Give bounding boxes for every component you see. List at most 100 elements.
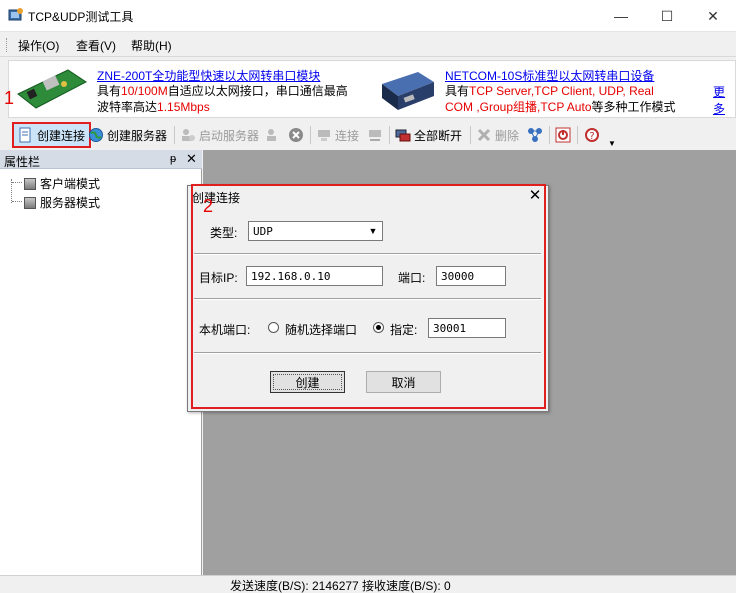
dialog-separator	[194, 253, 541, 255]
maximize-button[interactable]: ☐	[644, 0, 690, 32]
disconnect-icon	[369, 130, 381, 141]
help-icon: ?	[585, 128, 599, 142]
netcom-device-image[interactable]	[378, 66, 436, 112]
toolbar-separator	[549, 126, 550, 144]
zne-desc-line2: 波特率高达1.15Mbps	[97, 99, 210, 115]
start-server-button[interactable]: 启动服务器	[180, 124, 259, 146]
zne-desc-highlight: 10/100M	[121, 84, 168, 98]
tree-item-server-mode[interactable]: 服务器模式	[24, 194, 100, 211]
port-input[interactable]: 30000	[436, 266, 506, 286]
cancel-button[interactable]: 取消	[366, 371, 441, 393]
delete-x-icon	[477, 128, 491, 142]
tree-item-label: 客户端模式	[40, 177, 101, 191]
close-window-button[interactable]: ✕	[690, 0, 736, 32]
window-title: TCP&UDP测试工具	[28, 10, 134, 24]
radio-selected-dot	[376, 325, 381, 330]
panel-close-icon[interactable]: ✕	[186, 151, 197, 167]
start-server-icon	[182, 129, 195, 141]
status-speed-text: 发送速度(B/S): 2146277 接收速度(B/S): 0	[230, 579, 451, 593]
tree-item-label: 服务器模式	[40, 196, 101, 210]
create-server-button[interactable]: 创建服务器	[88, 124, 167, 146]
create-button[interactable]: 创建	[270, 371, 345, 393]
stop-server-icon	[267, 129, 276, 141]
toolbar-overflow-chevron-icon[interactable]: ▼	[607, 126, 617, 148]
netcom-desc-text: 具有	[445, 84, 470, 98]
disconnect-button[interactable]	[367, 124, 383, 146]
dialog-close-icon[interactable]: ✕	[526, 186, 544, 204]
dialog-separator	[194, 352, 541, 354]
type-select[interactable]: UDP	[248, 221, 383, 241]
network-button[interactable]	[527, 124, 543, 146]
toolbar-separator	[389, 126, 390, 144]
tree-line	[12, 182, 22, 183]
local-port-label: 本机端口:	[199, 323, 251, 337]
zne-desc-highlight: 1.15Mbps	[157, 100, 210, 114]
connect-label: 连接	[335, 128, 360, 143]
delete-button[interactable]: 删除	[476, 124, 519, 146]
more-link[interactable]: 更多	[713, 83, 736, 117]
minimize-button[interactable]: —	[598, 0, 644, 32]
netcom-desc-highlight: COM ,Group组播,TCP Auto	[445, 100, 592, 114]
property-panel	[0, 150, 202, 575]
dropdown-arrow-icon[interactable]: ▼	[365, 223, 381, 239]
random-port-radio[interactable]	[268, 322, 279, 333]
local-port-input[interactable]: 30001	[428, 318, 506, 338]
netcom-desc-highlight: TCP Server,TCP Client, UDP, Real	[469, 84, 654, 98]
app-icon	[8, 8, 23, 21]
zne-module-image[interactable]	[14, 64, 88, 112]
netcom-desc-line2: COM ,Group组播,TCP Auto等多种工作模式	[445, 99, 676, 115]
netcom-desc-line1: 具有TCP Server,TCP Client, UDP, Real	[445, 83, 654, 99]
connect-button[interactable]: 连接	[316, 124, 359, 146]
toolbar-separator	[577, 126, 578, 144]
menu-help[interactable]: 帮助(H)	[131, 37, 172, 54]
computer-icon	[24, 177, 36, 190]
netcom-product-link[interactable]: NETCOM-10S标准型以太网转串口设备	[445, 67, 654, 84]
type-label: 类型:	[210, 226, 238, 240]
globe-icon	[89, 128, 103, 142]
help-button[interactable]: ?	[584, 124, 600, 146]
menu-grip	[6, 38, 9, 52]
stop-server-button[interactable]	[265, 124, 281, 146]
create-connection-label: 创建连接	[37, 128, 86, 143]
start-server-label: 启动服务器	[199, 128, 260, 143]
server-icon	[24, 196, 36, 209]
property-panel-title: 属性栏	[4, 155, 41, 169]
netcom-desc-text: 等多种工作模式	[591, 100, 676, 114]
step-marker-2: 2	[203, 196, 214, 216]
specify-port-label[interactable]: 指定:	[390, 321, 417, 338]
zne-desc-text: 具有	[97, 84, 122, 98]
create-server-label: 创建服务器	[107, 128, 168, 143]
random-port-label[interactable]: 随机选择端口	[285, 321, 357, 338]
power-icon	[555, 127, 571, 143]
connect-icon	[318, 130, 330, 141]
new-connection-icon	[19, 127, 31, 143]
step-marker-1: 1	[4, 88, 15, 108]
zne-desc-text: 自适应以太网接口，串口通信最高	[167, 84, 348, 98]
toolbar-separator	[310, 126, 311, 144]
disconnect-all-icon	[395, 129, 411, 142]
zne-desc-text: 波特率高达	[97, 100, 158, 114]
menu-operate[interactable]: 操作(O)	[18, 37, 59, 54]
create-connection-button[interactable]: 创建连接	[12, 122, 92, 148]
toolbar-separator	[470, 126, 471, 144]
network-icon	[528, 128, 542, 142]
dialog-separator	[194, 298, 541, 300]
dialog-title: 创建连接	[192, 191, 241, 205]
remove-button[interactable]	[288, 124, 304, 146]
target-ip-input[interactable]: 192.168.0.10	[246, 266, 383, 286]
disconnect-all-label: 全部断开	[414, 128, 463, 143]
pin-icon[interactable]: ᵽ	[170, 153, 176, 165]
tree-line	[12, 201, 22, 202]
toolbar-separator	[174, 126, 175, 144]
port-label: 端口:	[398, 271, 426, 285]
tree-item-client-mode[interactable]: 客户端模式	[24, 175, 100, 192]
zne-desc-line1: 具有10/100M自适应以太网接口，串口通信最高	[97, 83, 348, 99]
menu-view[interactable]: 查看(V)	[76, 37, 116, 54]
disconnect-all-button[interactable]: 全部断开	[395, 124, 462, 146]
power-button[interactable]	[555, 124, 571, 146]
cancel-circle-icon	[289, 128, 303, 142]
target-ip-label: 目标IP:	[199, 271, 238, 285]
zne-product-link[interactable]: ZNE-200T全功能型快速以太网转串口模块	[97, 67, 320, 84]
delete-label: 删除	[495, 128, 520, 143]
svg-text:?: ?	[589, 131, 594, 142]
